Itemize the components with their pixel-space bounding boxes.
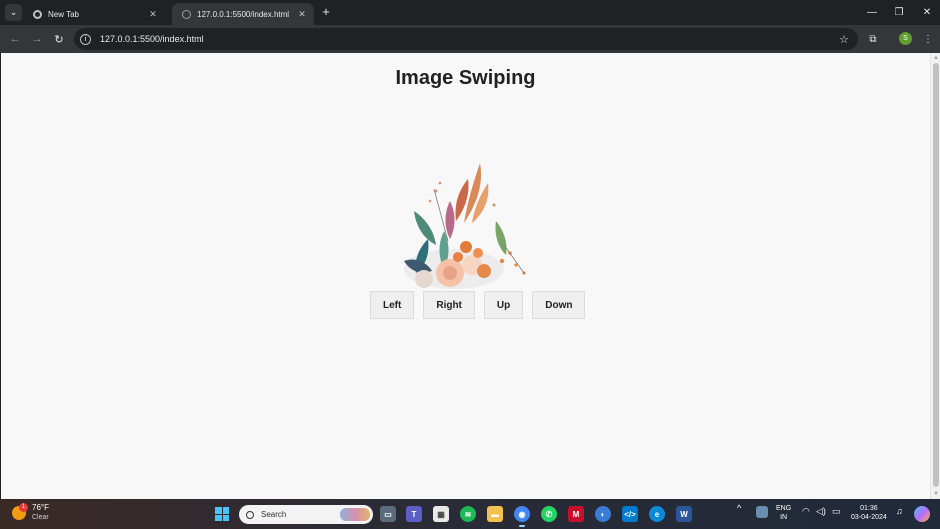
profile-avatar[interactable]: S	[899, 32, 912, 45]
right-button[interactable]: Right	[423, 291, 475, 319]
search-highlight-image	[340, 508, 370, 521]
scroll-up-arrow-icon[interactable]: ▲	[933, 55, 939, 61]
vscode-icon[interactable]: </>	[622, 506, 638, 522]
notification-bell-icon[interactable]: ♫	[896, 507, 903, 516]
show-hidden-icons-chevron-icon[interactable]: ^	[737, 504, 741, 513]
close-icon[interactable]: ✕	[296, 8, 308, 20]
page-scrollbar[interactable]: ▲ ▼	[930, 53, 940, 499]
scrollbar-thumb[interactable]	[933, 63, 939, 487]
task-view-icon[interactable]: ▭	[380, 506, 396, 522]
reload-icon[interactable]: ↻	[51, 31, 67, 47]
globe-icon	[182, 9, 191, 19]
url-text[interactable]: 127.0.0.1:5500/index.html	[100, 34, 839, 44]
taskbar-search[interactable]: Search	[239, 505, 373, 524]
notification-badge: 1	[19, 503, 28, 512]
weather-temperature: 76°F	[32, 503, 49, 512]
whatsapp-icon[interactable]: ✆	[541, 506, 557, 522]
close-window-icon[interactable]: ✕	[913, 0, 940, 25]
extensions-icon[interactable]: ⧉	[865, 31, 881, 47]
page-viewport: Image Swiping Left Right Up Down	[1, 53, 930, 499]
address-bar[interactable]: i 127.0.0.1:5500/index.html ☆	[74, 28, 858, 50]
search-icon	[246, 510, 254, 519]
bookmark-star-icon[interactable]: ☆	[839, 33, 849, 46]
down-button[interactable]: Down	[532, 291, 586, 319]
tab-title: 127.0.0.1:5500/index.html	[197, 9, 290, 19]
word-icon[interactable]: W	[676, 506, 692, 522]
swipe-controls: Left Right Up Down	[370, 291, 586, 319]
browser-toolbar: ← → ↻ i 127.0.0.1:5500/index.html ☆ ⧉ ⋮	[0, 25, 940, 53]
edge-icon[interactable]: e	[649, 506, 665, 522]
language-code: ENG	[776, 505, 792, 512]
close-icon[interactable]: ✕	[147, 8, 159, 20]
floral-bouquet-image	[404, 163, 526, 289]
onedrive-icon[interactable]	[756, 506, 768, 518]
wifi-icon[interactable]: ◠	[802, 507, 810, 516]
spotify-icon[interactable]: ≋	[460, 506, 476, 522]
left-button[interactable]: Left	[370, 291, 415, 319]
start-windows-icon[interactable]	[215, 507, 229, 521]
weather-widget[interactable]: 1 76°F Clear	[12, 503, 49, 523]
restore-icon[interactable]: ❐	[885, 0, 913, 25]
new-tab-button[interactable]: +	[319, 5, 333, 19]
language-indicator[interactable]: ENG IN	[776, 504, 791, 522]
up-button[interactable]: Up	[483, 291, 524, 319]
microsoft-store-icon[interactable]: ▦	[433, 506, 449, 522]
tab-search-chevron-icon[interactable]: ⌄	[5, 4, 22, 21]
chrome-icon	[33, 9, 42, 19]
clock[interactable]: 01:36 03-04-2024	[851, 504, 887, 522]
teams-icon[interactable]: T	[406, 506, 422, 522]
minimize-icon[interactable]: —	[858, 0, 886, 25]
chrome-taskbar-icon[interactable]: ◉	[514, 506, 530, 527]
copilot-icon[interactable]	[914, 506, 930, 522]
search-placeholder: Search	[261, 510, 287, 519]
weather-condition: Clear	[32, 514, 49, 521]
file-explorer-icon[interactable]: ▬	[487, 506, 503, 522]
mcafee-icon[interactable]: M	[568, 506, 584, 522]
forward-icon[interactable]: →	[29, 31, 45, 47]
menu-kebab-icon[interactable]: ⋮	[920, 31, 936, 47]
tab-strip: ⌄ New Tab ✕ 127.0.0.1:5500/index.html ✕ …	[0, 0, 940, 25]
clock-date: 03-04-2024	[851, 514, 887, 521]
battery-icon[interactable]: ▭	[832, 507, 841, 516]
volume-icon[interactable]: ◁)	[816, 507, 826, 516]
tab-index-html[interactable]: 127.0.0.1:5500/index.html ✕	[172, 3, 314, 25]
back-icon[interactable]: ←	[7, 31, 23, 47]
browser-app-icon[interactable]: ◐	[595, 506, 611, 522]
site-info-icon[interactable]: i	[80, 33, 91, 45]
tab-title: New Tab	[48, 9, 79, 19]
scroll-down-arrow-icon[interactable]: ▼	[933, 491, 939, 497]
page-title: Image Swiping	[395, 67, 536, 89]
tab-new-tab[interactable]: New Tab ✕	[23, 3, 165, 25]
weather-sun-icon: 1	[12, 503, 28, 520]
clock-time: 01:36	[860, 505, 878, 512]
language-region: IN	[780, 514, 788, 521]
